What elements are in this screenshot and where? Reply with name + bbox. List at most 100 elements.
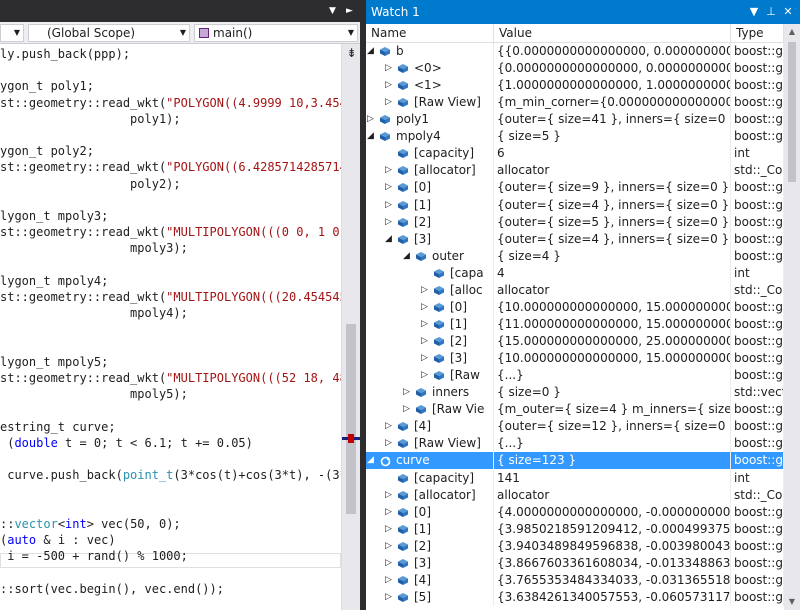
watch-cell-value[interactable]: 4 <box>494 264 731 282</box>
close-icon[interactable]: ✕ <box>780 0 796 24</box>
watch-row[interactable]: ◢ mpoly4 { size=5 }boost::geo <box>366 128 784 146</box>
expand-arrow-icon[interactable]: ▷ <box>384 487 393 504</box>
chevron-down-icon[interactable]: ▼ <box>329 6 336 16</box>
expand-arrow-icon[interactable]: ▷ <box>420 299 429 316</box>
watch-row[interactable]: ▷ [4] {outer={ size=12 }, inners={ size=0 … <box>366 418 784 436</box>
expand-arrow-icon[interactable]: ▷ <box>384 94 393 111</box>
watch-row[interactable]: ▷ [Raw View] {m_min_corner={0.000000000000… <box>366 94 784 112</box>
watch-row[interactable]: ▷ [allocator] allocatorstd::_Com <box>366 162 784 180</box>
expand-arrow-icon[interactable]: ▷ <box>384 418 393 435</box>
watch-cell-value[interactable]: { size=123 } <box>494 452 731 470</box>
watch-cell-name[interactable]: ▷ [allocator] <box>366 162 494 180</box>
expand-arrow-icon[interactable]: ▷ <box>420 282 429 299</box>
watch-row[interactable]: ▷ [3] {10.000000000000000, 15.000000000000… <box>366 350 784 368</box>
refresh-icon[interactable] <box>380 456 391 467</box>
watch-cell-value[interactable]: {15.000000000000000, 25.000000000000000} <box>494 333 731 351</box>
watch-cell-value[interactable]: {3.8667603361608034, -0.0133488633095674… <box>494 554 731 572</box>
collapse-arrow-icon[interactable]: ◢ <box>366 128 375 145</box>
watch-row[interactable]: [capa 4 int <box>366 264 784 282</box>
collapse-arrow-icon[interactable]: ◢ <box>366 43 375 60</box>
expand-arrow-icon[interactable]: ▷ <box>402 384 411 401</box>
watch-row[interactable]: ▷ [2] {15.000000000000000, 25.000000000000… <box>366 333 784 351</box>
column-header-type[interactable]: Type <box>731 24 784 43</box>
expand-arrow-icon[interactable]: ▷ <box>420 350 429 367</box>
column-header-name[interactable]: Name <box>366 24 494 43</box>
watch-cell-name[interactable]: ▷ [allocator] <box>366 486 494 504</box>
watch-cell-name[interactable]: ▷ [2] <box>366 537 494 555</box>
code-line[interactable]: ::sort(vec.begin(), vec.end()); <box>0 581 224 597</box>
watch-row[interactable]: ◢ outer { size=4 }boost::geo <box>366 247 784 265</box>
code-line[interactable]: st::geometry::read_wkt("POLYGON((6.42857… <box>0 159 341 175</box>
watch-cell-name[interactable]: ▷ [0] <box>366 179 494 197</box>
expand-arrow-icon[interactable]: ▷ <box>384 60 393 77</box>
watch-cell-name[interactable]: ▷ [3] <box>366 554 494 572</box>
watch-cell-name[interactable]: ▷ [1] <box>366 196 494 214</box>
watch-row[interactable]: ▷ [Raw {...}boost::geo <box>366 367 784 385</box>
watch-cell-name[interactable]: ◢ curve <box>366 452 494 470</box>
watch-row[interactable]: [capacity] 141 int <box>366 469 784 487</box>
watch-cell-name[interactable]: ▷ <1> <box>366 77 494 95</box>
code-line[interactable]: mpoly3); <box>0 240 188 256</box>
expand-arrow-icon[interactable]: ▷ <box>384 162 393 179</box>
code-line[interactable]: lygon_t mpoly5; <box>0 354 108 370</box>
watch-cell-value[interactable]: {...} <box>494 435 731 453</box>
watch-cell-name[interactable]: ▷ [2] <box>366 333 494 351</box>
watch-cell-name[interactable]: ▷ [4] <box>366 571 494 589</box>
watch-row[interactable]: ▷ [0] {4.0000000000000000, -0.000000000000… <box>366 503 784 521</box>
scope-dropdown[interactable]: ▼ <box>0 24 24 42</box>
code-line[interactable]: ygon_t poly2; <box>0 143 94 159</box>
watch-cell-name[interactable]: ◢ [3] <box>366 230 494 248</box>
expand-arrow-icon[interactable]: ▷ <box>384 435 393 452</box>
watch-cell-name[interactable]: ▷ [alloc <box>366 281 494 299</box>
function-dropdown[interactable]: main() ▼ <box>194 24 358 42</box>
code-area[interactable]: ly.push_back(ppp);ygon_t poly1;st::geome… <box>0 44 341 610</box>
watch-cell-value[interactable]: {4.0000000000000000, -0.0000000000000000 <box>494 503 731 521</box>
watch-cell-value[interactable]: {outer={ size=4 }, inners={ size=0 }} <box>494 196 731 214</box>
code-line[interactable]: (double t = 0; t < 6.1; t += 0.05) <box>0 435 253 451</box>
watch-row[interactable]: ▷ [alloc allocatorstd::_Com <box>366 281 784 299</box>
column-header-value[interactable]: Value <box>494 24 731 43</box>
watch-cell-value[interactable]: { size=4 } <box>494 247 731 265</box>
watch-cell-name[interactable]: ▷ [Raw View] <box>366 435 494 453</box>
watch-cell-name[interactable]: ▷ <0> <box>366 60 494 78</box>
watch-cell-name[interactable]: ▷ [1] <box>366 315 494 333</box>
watch-cell-value[interactable]: allocator <box>494 486 731 504</box>
expand-arrow-icon[interactable]: ▷ <box>384 179 393 196</box>
watch-scrollbar[interactable]: ▲ ▼ <box>784 24 800 610</box>
expand-arrow-icon[interactable]: ▷ <box>420 367 429 384</box>
watch-cell-value[interactable]: 6 <box>494 145 731 163</box>
watch-cell-value[interactable]: {3.7655353484334033, -0.0313655189901481… <box>494 571 731 589</box>
code-editor[interactable]: ▼ ► ▼ (Global Scope) ▼ main() ▼ ly.push_… <box>0 0 361 610</box>
watch-row[interactable]: ▷ [Raw Vie {m_outer={ size=4 } m_inners={ … <box>366 401 784 419</box>
watch-cell-name[interactable]: ▷ [0] <box>366 503 494 521</box>
watch-row[interactable]: ▷ [2] {outer={ size=5 }, inners={ size=0 }… <box>366 213 784 231</box>
watch-cell-value[interactable]: {3.9403489849596838, -0.0039800432791448… <box>494 537 731 555</box>
watch-cell-value[interactable]: {1.0000000000000000, 1.0000000000000000} <box>494 77 731 95</box>
expand-arrow-icon[interactable]: ▷ <box>384 197 393 214</box>
watch-cell-name[interactable]: [capacity] <box>366 469 494 487</box>
watch-row[interactable]: ▷ [1] {11.000000000000000, 15.000000000000… <box>366 315 784 333</box>
code-line[interactable]: mpoly4); <box>0 305 188 321</box>
expand-arrow-icon[interactable]: ▷ <box>384 538 393 555</box>
code-line[interactable]: ygon_t poly1; <box>0 78 94 94</box>
split-window-icon[interactable]: ⇟ <box>345 46 358 60</box>
watch-row[interactable]: ▷ <0> {0.0000000000000000, 0.0000000000000… <box>366 60 784 78</box>
code-line[interactable]: ::vector<int> vec(50, 0); <box>0 516 181 532</box>
watch-cell-name[interactable]: ▷ inners <box>366 384 494 402</box>
watch-cell-name[interactable]: ▷ [1] <box>366 520 494 538</box>
watch-cell-value[interactable]: { size=5 } <box>494 128 731 146</box>
watch-row[interactable]: [capacity] 6 int <box>366 145 784 163</box>
watch-cell-name[interactable]: ▷ [Raw Vie <box>366 401 494 419</box>
watch-cell-value[interactable]: {{0.0000000000000000, 0.0000000000000000… <box>494 43 731 60</box>
global-scope-dropdown[interactable]: (Global Scope) ▼ <box>28 24 190 42</box>
watch-cell-name[interactable]: [capa <box>366 264 494 282</box>
watch-row[interactable]: ◢ [3] {outer={ size=4 }, inners={ size=0 }… <box>366 230 784 248</box>
watch-cell-name[interactable]: ▷ [2] <box>366 213 494 231</box>
code-line[interactable]: poly2); <box>0 176 181 192</box>
code-line[interactable]: ly.push_back(ppp); <box>0 46 130 62</box>
watch-row[interactable]: ▷ [0] {10.000000000000000, 15.000000000000… <box>366 298 784 316</box>
watch-cell-name[interactable]: ◢ b <box>366 43 494 60</box>
watch-cell-name[interactable]: ▷ poly1 <box>366 111 494 129</box>
watch-cell-name[interactable]: ◢ mpoly4 <box>366 128 494 146</box>
watch-row[interactable]: ▷ [0] {outer={ size=9 }, inners={ size=0 }… <box>366 179 784 197</box>
